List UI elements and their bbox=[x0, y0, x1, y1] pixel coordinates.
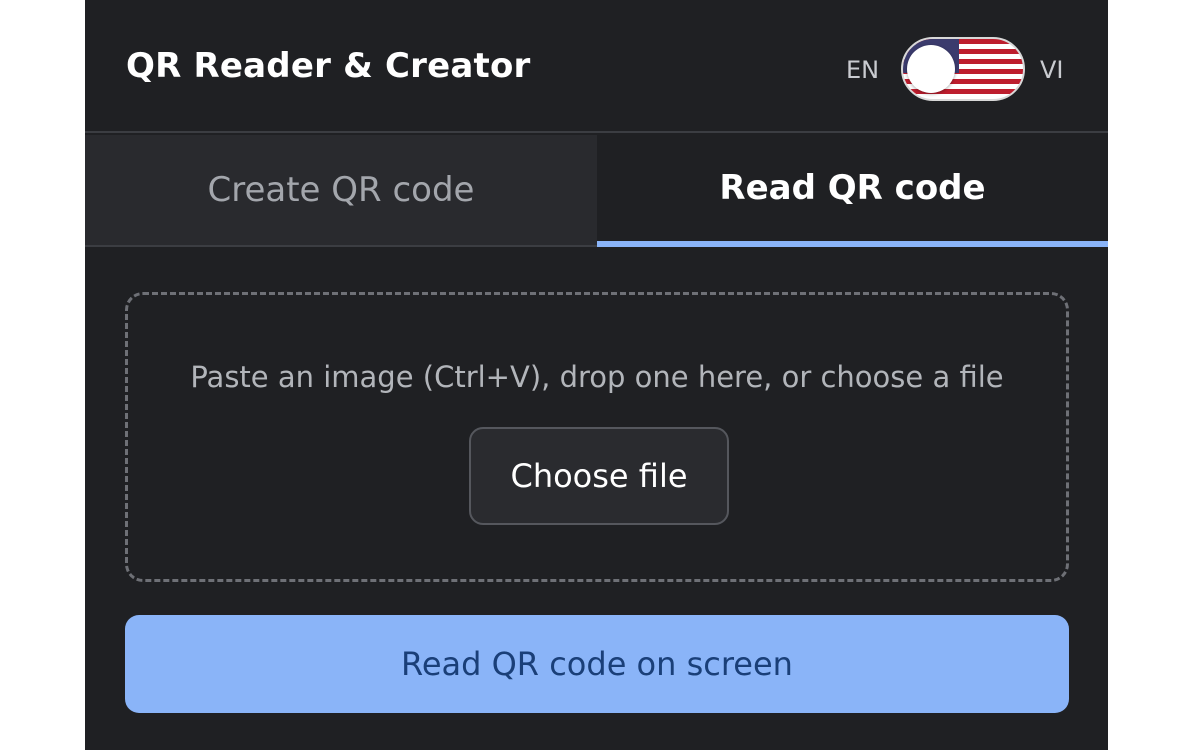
image-dropzone[interactable]: Paste an image (Ctrl+V), drop one here, … bbox=[125, 292, 1069, 582]
app-title: QR Reader & Creator bbox=[126, 46, 531, 86]
tab-read-qr[interactable]: Read QR code bbox=[597, 135, 1108, 247]
toggle-knob bbox=[907, 45, 955, 93]
app-header: QR Reader & Creator EN VI bbox=[85, 0, 1108, 133]
language-label-en: EN bbox=[846, 56, 880, 84]
language-label-vi: VI bbox=[1040, 56, 1064, 84]
language-toggle[interactable] bbox=[901, 37, 1025, 101]
read-qr-on-screen-button[interactable]: Read QR code on screen bbox=[125, 615, 1069, 713]
choose-file-button[interactable]: Choose file bbox=[469, 427, 729, 525]
qr-app-panel: QR Reader & Creator EN VI Create QR code… bbox=[85, 0, 1108, 750]
dropzone-instruction: Paste an image (Ctrl+V), drop one here, … bbox=[190, 360, 1004, 394]
mode-tabs: Create QR code Read QR code bbox=[85, 135, 1108, 247]
tab-create-qr[interactable]: Create QR code bbox=[85, 135, 597, 247]
